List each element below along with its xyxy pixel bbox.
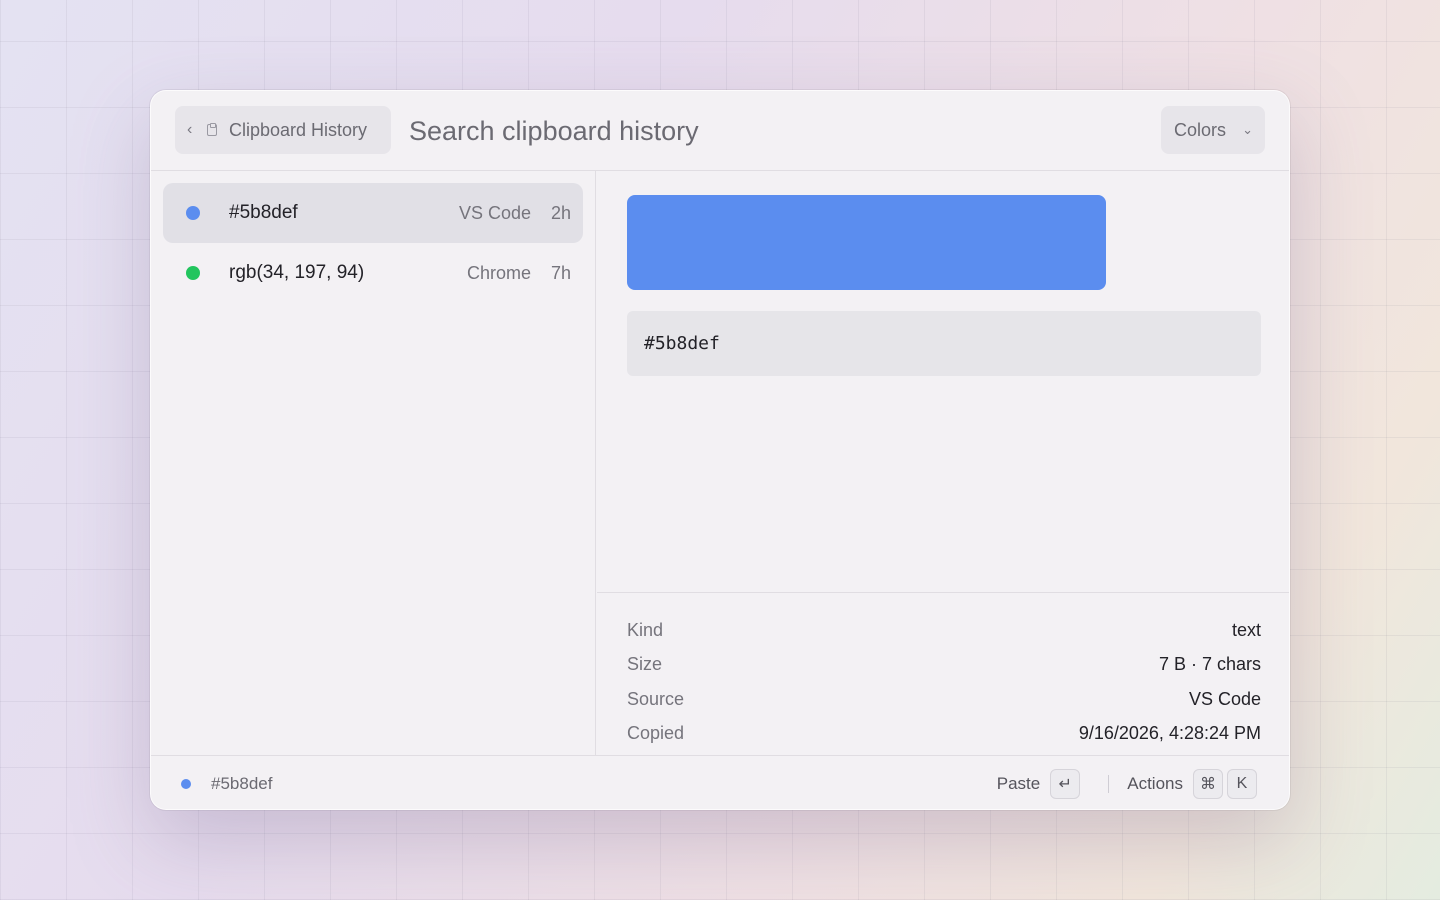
search-input[interactable] xyxy=(409,111,969,151)
meta-key: Size xyxy=(627,654,663,675)
paste-button[interactable]: Paste xyxy=(997,774,1040,794)
back-button[interactable]: ‹ Clipboard History xyxy=(175,106,391,154)
item-value: rgb(34, 197, 94) xyxy=(229,262,365,283)
item-source: VS Code xyxy=(458,202,531,223)
meta-value: text xyxy=(1231,619,1261,640)
list-item[interactable]: rgb(34, 197, 94) Chrome 7h xyxy=(163,243,583,303)
header: ‹ Clipboard History Colors ⌄ xyxy=(151,91,1289,171)
meta-key: Copied xyxy=(627,723,685,744)
filter-value: Colors xyxy=(1174,119,1227,140)
clipboard-icon xyxy=(207,123,217,136)
metadata: Kind text Size 7 B · 7 chars Source VS C… xyxy=(597,592,1289,755)
list-item[interactable]: #5b8def VS Code 2h xyxy=(163,183,583,243)
item-value: #5b8def xyxy=(229,202,298,223)
return-key-icon: ↵ xyxy=(1050,768,1081,799)
meta-value: 7 B · 7 chars xyxy=(1158,654,1261,675)
k-key: K xyxy=(1227,768,1257,799)
selected-value: #5b8def xyxy=(211,773,273,793)
meta-key: Source xyxy=(627,688,685,709)
item-time: 2h xyxy=(550,202,571,223)
item-time: 7h xyxy=(550,262,571,283)
meta-row-kind: Kind text xyxy=(627,613,1261,648)
actions-button[interactable]: Actions xyxy=(1127,774,1183,794)
clipboard-window: ‹ Clipboard History Colors ⌄ #5b8def VS … xyxy=(150,90,1290,810)
chevron-down-icon: ⌄ xyxy=(1242,122,1253,137)
footer-actions: Paste ↵ Actions ⌘ K xyxy=(997,768,1261,799)
chevron-left-icon: ‹ xyxy=(187,121,193,138)
meta-row-copied: Copied 9/16/2026, 4:28:24 PM xyxy=(627,717,1261,752)
back-label: Clipboard History xyxy=(229,119,368,140)
color-swatch xyxy=(627,195,1106,290)
divider xyxy=(1108,774,1110,793)
command-key-icon: ⌘ xyxy=(1193,768,1223,799)
meta-value: VS Code xyxy=(1188,688,1261,709)
item-source: Chrome xyxy=(466,262,531,283)
meta-key: Kind xyxy=(627,619,664,640)
selected-color-dot xyxy=(181,778,191,789)
footer-bar: #5b8def Paste ↵ Actions ⌘ K xyxy=(151,755,1289,809)
filter-dropdown[interactable]: Colors ⌄ xyxy=(1161,106,1265,154)
clipboard-list: #5b8def VS Code 2h rgb(34, 197, 94) Chro… xyxy=(151,171,596,755)
meta-row-size: Size 7 B · 7 chars xyxy=(627,648,1261,683)
meta-row-source: Source VS Code xyxy=(627,682,1261,717)
color-dot xyxy=(186,206,200,220)
color-dot xyxy=(186,266,200,280)
meta-value: 9/16/2026, 4:28:24 PM xyxy=(1078,723,1261,744)
code-preview: #5b8def xyxy=(627,311,1261,376)
detail-panel: #5b8def Kind text Size 7 B · 7 chars Sou… xyxy=(597,171,1289,755)
